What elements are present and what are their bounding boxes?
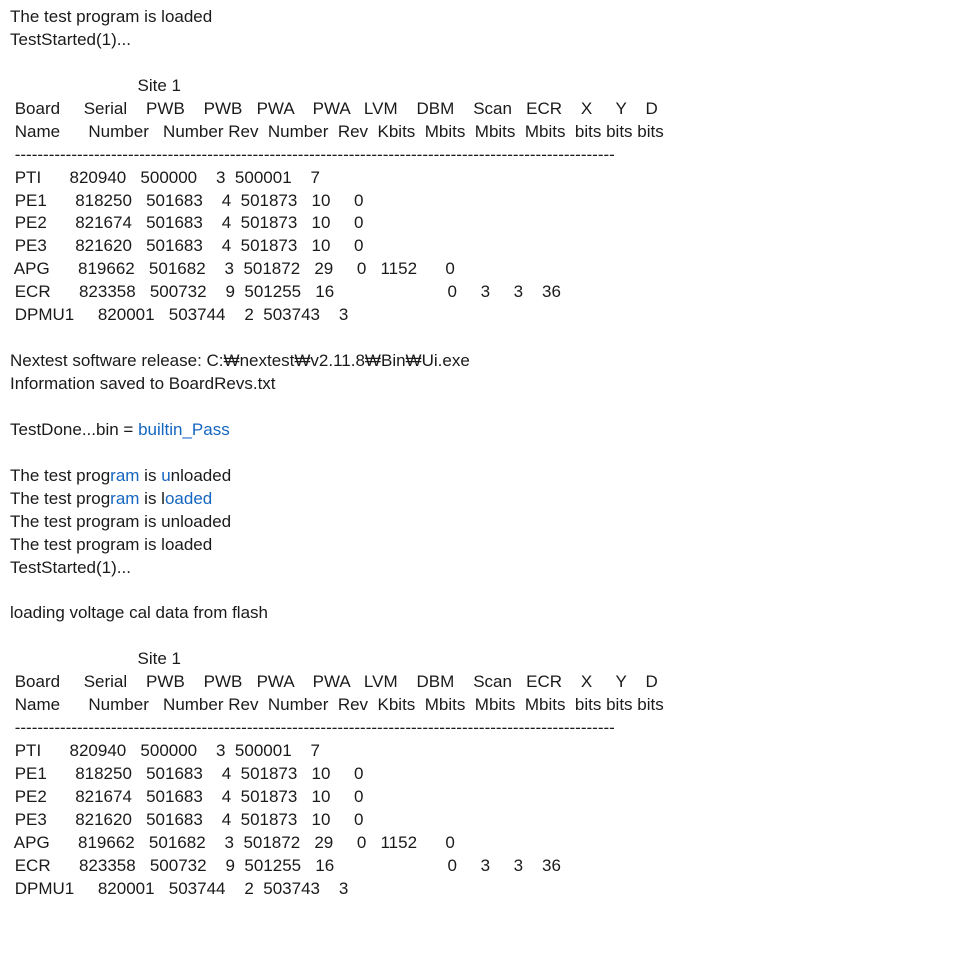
blank-line bbox=[10, 442, 961, 465]
text-fragment: The test prog bbox=[10, 489, 110, 508]
table-row: PTI 820940 500000 3 500001 7 bbox=[10, 740, 961, 763]
test-done-line: TestDone...bin = builtin_Pass bbox=[10, 419, 961, 442]
table-row: PE2 821674 501683 4 501873 10 0 bbox=[10, 786, 961, 809]
text-fragment: ram bbox=[110, 466, 139, 485]
text-fragment: oaded bbox=[165, 489, 212, 508]
table-header: Board Serial PWB PWB PWA PWA LVM DBM Sca… bbox=[10, 671, 961, 694]
release-line: Nextest software release: C:₩nextest₩v2.… bbox=[10, 350, 961, 373]
status-line: The test program is loaded bbox=[10, 488, 961, 511]
status-line: TestStarted(1)... bbox=[10, 29, 961, 52]
table-row: PE1 818250 501683 4 501873 10 0 bbox=[10, 190, 961, 213]
status-line: loading voltage cal data from flash bbox=[10, 602, 961, 625]
status-line: The test program is loaded bbox=[10, 6, 961, 29]
test-done-value: builtin_Pass bbox=[138, 420, 230, 439]
table-row: DPMU1 820001 503744 2 503743 3 bbox=[10, 878, 961, 901]
status-line: The test program is loaded bbox=[10, 534, 961, 557]
text-fragment: The test prog bbox=[10, 466, 110, 485]
info-saved-line: Information saved to BoardRevs.txt bbox=[10, 373, 961, 396]
table-row: APG 819662 501682 3 501872 29 0 1152 0 bbox=[10, 258, 961, 281]
table-row: DPMU1 820001 503744 2 503743 3 bbox=[10, 304, 961, 327]
site-header: Site 1 bbox=[10, 648, 961, 671]
site-header: Site 1 bbox=[10, 75, 961, 98]
table-row: PE2 821674 501683 4 501873 10 0 bbox=[10, 212, 961, 235]
text-fragment: nloaded bbox=[171, 466, 232, 485]
table-separator: ----------------------------------------… bbox=[10, 144, 961, 167]
status-line: The test program is unloaded bbox=[10, 465, 961, 488]
blank-line bbox=[10, 52, 961, 75]
blank-line bbox=[10, 396, 961, 419]
table-header: Name Number Number Rev Number Rev Kbits … bbox=[10, 694, 961, 717]
text-fragment: is bbox=[139, 466, 161, 485]
console-output: The test program is loaded TestStarted(1… bbox=[10, 6, 961, 901]
text-fragment: u bbox=[161, 466, 170, 485]
table-row: PTI 820940 500000 3 500001 7 bbox=[10, 167, 961, 190]
table-row: APG 819662 501682 3 501872 29 0 1152 0 bbox=[10, 832, 961, 855]
table-header: Name Number Number Rev Number Rev Kbits … bbox=[10, 121, 961, 144]
table-row: PE3 821620 501683 4 501873 10 0 bbox=[10, 809, 961, 832]
text-fragment: is l bbox=[139, 489, 165, 508]
table-row: ECR 823358 500732 9 501255 16 0 3 3 36 bbox=[10, 281, 961, 304]
test-done-prefix: TestDone...bin = bbox=[10, 420, 138, 439]
text-fragment: ram bbox=[110, 489, 139, 508]
table-separator: ----------------------------------------… bbox=[10, 717, 961, 740]
status-line: The test program is unloaded bbox=[10, 511, 961, 534]
status-line: TestStarted(1)... bbox=[10, 557, 961, 580]
table-header: Board Serial PWB PWB PWA PWA LVM DBM Sca… bbox=[10, 98, 961, 121]
blank-line bbox=[10, 625, 961, 648]
table-row: ECR 823358 500732 9 501255 16 0 3 3 36 bbox=[10, 855, 961, 878]
table-row: PE3 821620 501683 4 501873 10 0 bbox=[10, 235, 961, 258]
blank-line bbox=[10, 579, 961, 602]
blank-line bbox=[10, 327, 961, 350]
table-row: PE1 818250 501683 4 501873 10 0 bbox=[10, 763, 961, 786]
